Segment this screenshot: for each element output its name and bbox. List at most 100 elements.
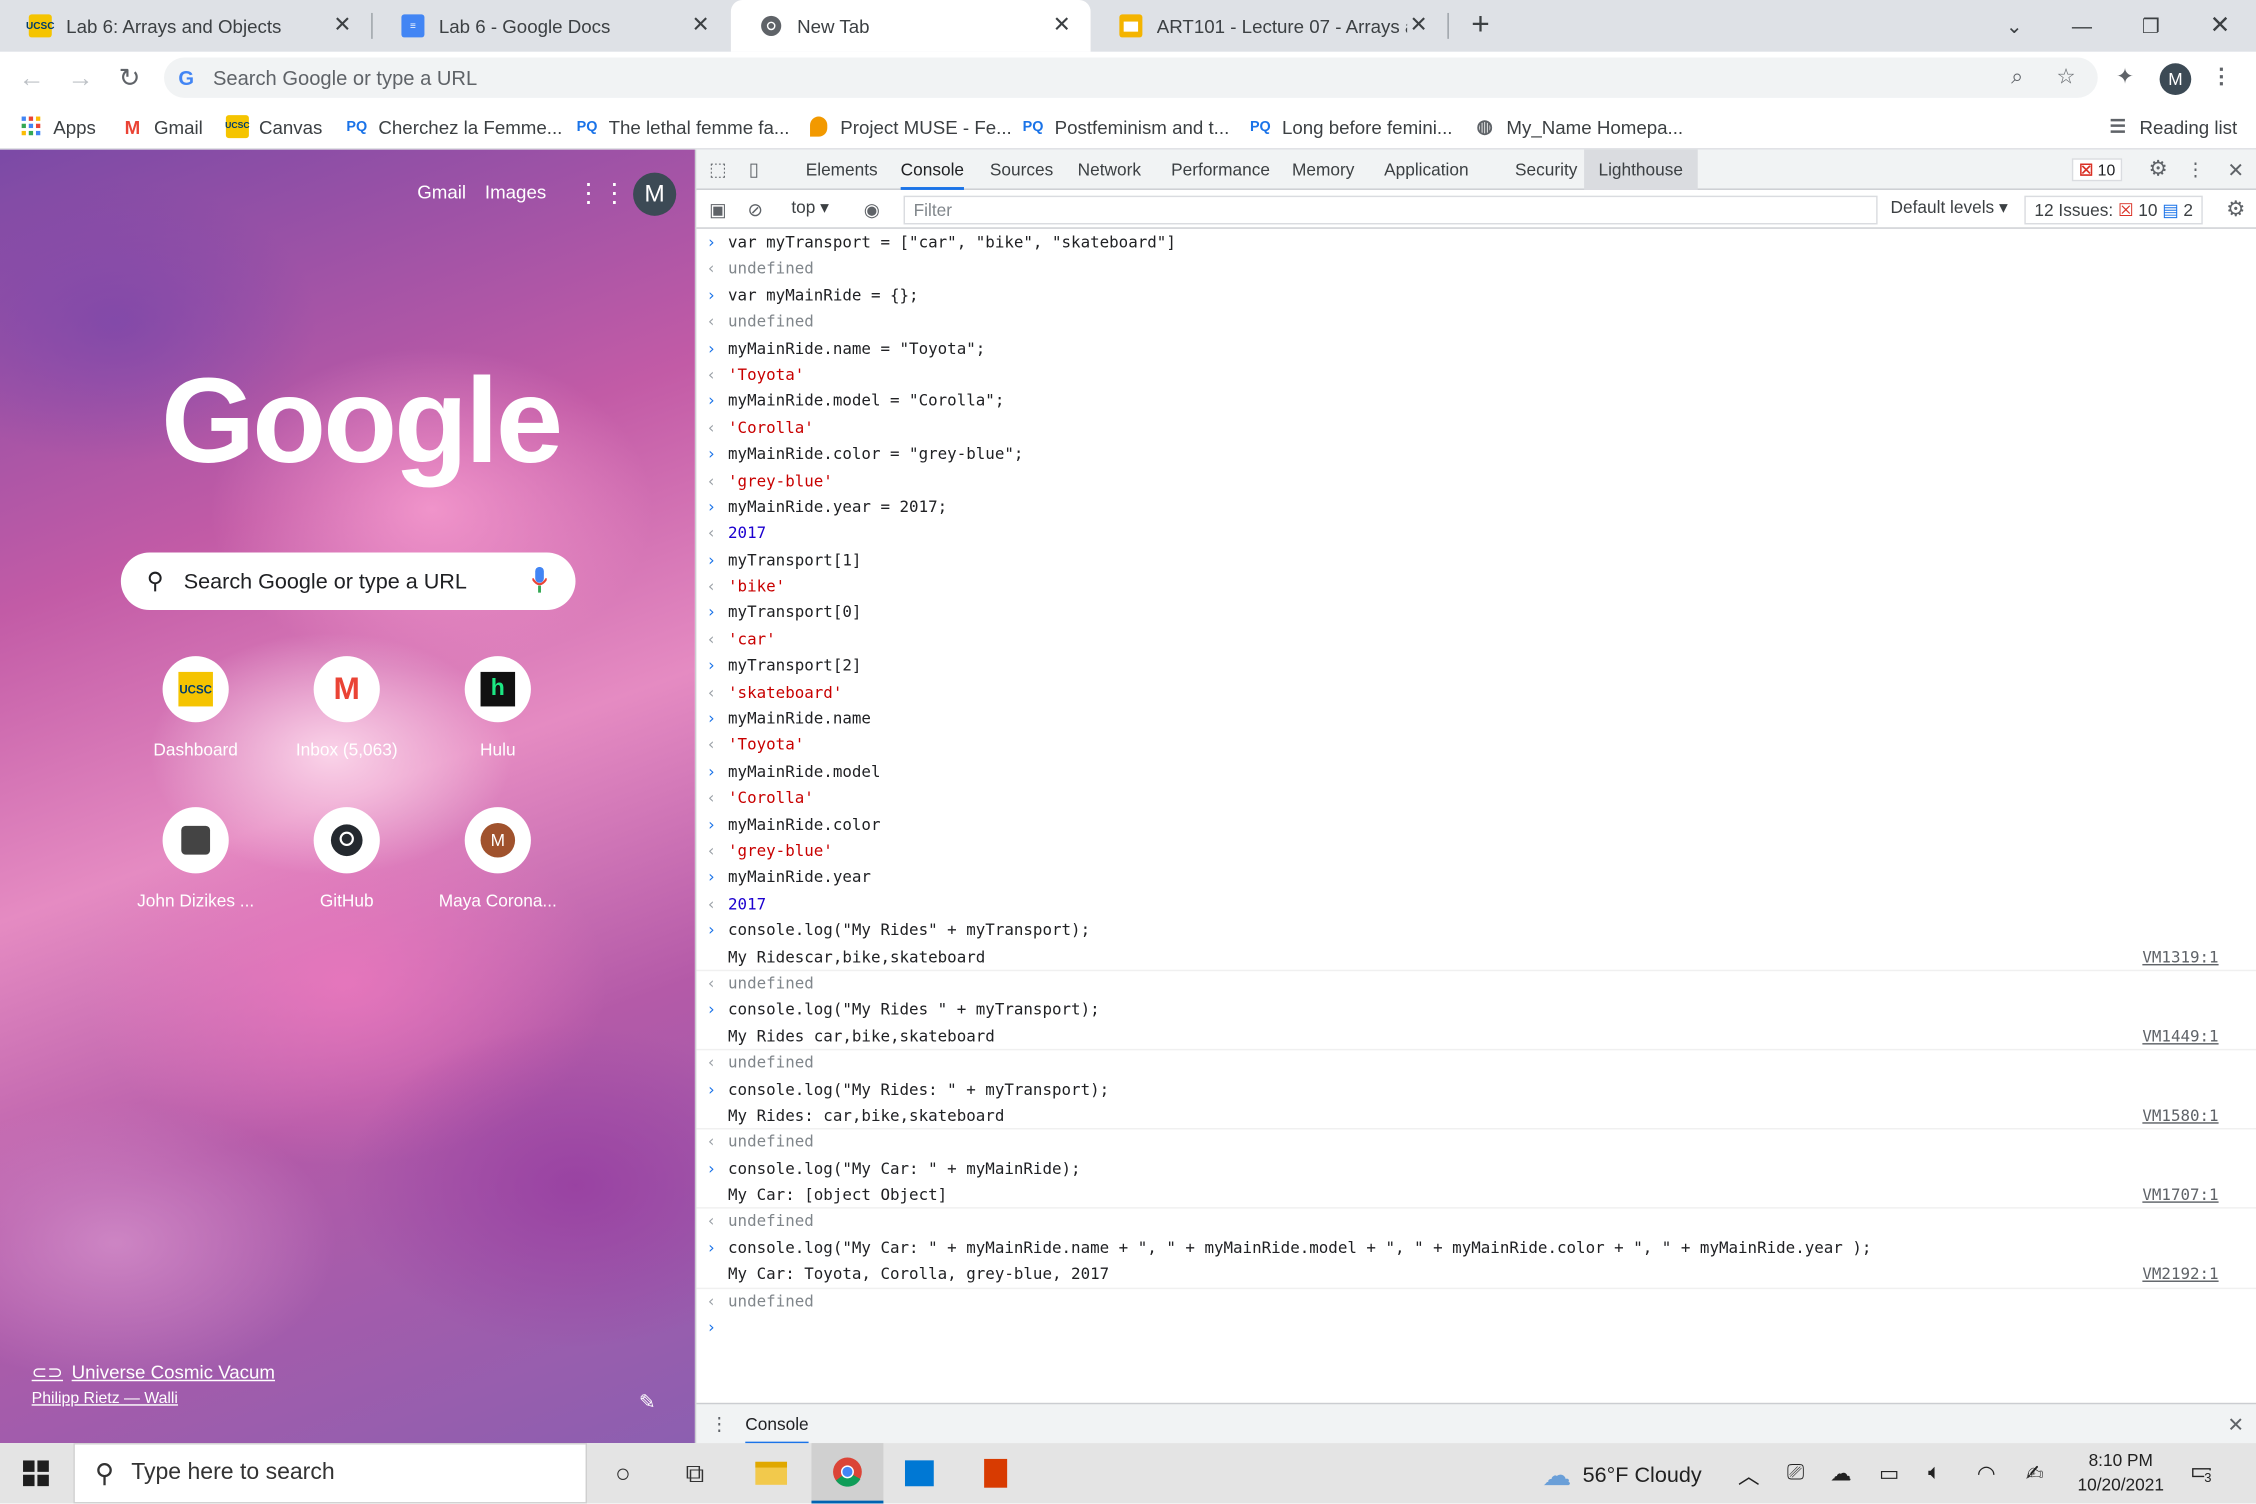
taskbar-clock[interactable]: 8:10 PM 10/20/2021 [2072,1449,2170,1498]
tab-title: Lab 6 - Google Docs [438,15,611,37]
gmail-link[interactable]: Gmail [417,181,466,203]
bookmark-gmail[interactable]: M Gmail [121,114,203,140]
weather-text: 56°F Cloudy [1582,1463,1702,1488]
issues-button[interactable]: 12 Issues: ☒ 10 ▤ 2 [2024,195,2204,225]
cortana-icon[interactable]: ○ [587,1443,659,1503]
console-source-link[interactable]: VM1319:1 [2142,945,2218,971]
devtools-tab-lighthouse[interactable]: Lighthouse [1584,149,1698,190]
reading-list[interactable]: ☰ Reading list [2106,114,2237,140]
console-prompt-input[interactable]: › [696,1315,2256,1341]
battery-icon[interactable]: ▭ [1879,1460,1899,1486]
zoom-icon[interactable]: ⌕ [2003,63,2032,92]
bookmark-apps[interactable]: Apps [20,114,96,140]
close-devtools-icon[interactable]: ✕ [2224,158,2247,181]
restore-button[interactable]: ❐ [2118,0,2184,52]
live-expression-eye-icon[interactable]: ◉ [860,199,883,222]
forward-arrow-icon[interactable]: → [63,60,98,95]
google-apps-icon[interactable]: ⋮⋮⋮ [576,178,654,207]
taskbar-search-box[interactable]: ⚲ Type here to search [73,1443,588,1504]
devtools-tab-performance[interactable]: Performance [1171,150,1270,190]
minimize-button[interactable]: — [2049,0,2115,52]
chrome-taskbar-icon[interactable] [811,1443,884,1504]
bookmark-canvas[interactable]: UCSC Canvas [225,114,322,140]
file-explorer-icon[interactable] [735,1443,807,1503]
onedrive-icon[interactable]: ☁ [1830,1460,1852,1486]
windows-start-icon[interactable] [0,1443,72,1503]
bookmark-long-before[interactable]: PQ Long before femini... [1249,114,1453,140]
close-tab-icon[interactable]: ✕ [1050,14,1073,37]
pen-icon[interactable]: ✍︎ [2026,1460,2044,1486]
task-view-icon[interactable]: ⧉ [659,1443,731,1503]
show-hidden-icons-chevron-icon[interactable]: ︿ [1738,1460,1760,1490]
device-toolbar-icon[interactable]: ▯ [742,158,765,181]
devtools-tab-application[interactable]: Application [1384,150,1468,190]
drawer-menu-icon[interactable]: ⋮ [708,1413,731,1436]
inspect-element-icon[interactable]: ⬚ [706,158,729,181]
customize-pencil-icon[interactable]: ✎ [639,1390,656,1414]
clear-console-icon[interactable]: ⊘ [744,199,767,222]
console-result-text: undefined [728,973,814,993]
shortcut-github[interactable]: GitHub [275,807,419,911]
meet-now-icon[interactable]: ⎚ [1787,1460,1804,1484]
console-source-link[interactable]: VM1449:1 [2142,1024,2218,1050]
bookmark-cherchez[interactable]: PQ Cherchez la Femme... [345,114,562,140]
devtools-tab-memory[interactable]: Memory [1292,150,1354,190]
shortcut-hulu[interactable]: h Hulu [426,656,570,760]
account-avatar[interactable]: M [633,172,677,216]
tab-search-chevron-icon[interactable]: ⌄ [1981,0,2047,52]
devtools-tab-elements[interactable]: Elements [806,150,878,190]
volume-icon[interactable]: 🔈︎ [1928,1460,1941,1484]
tab-lab6-arrays[interactable]: UCSC Lab 6: Arrays and Objects ✕ [0,0,371,52]
new-tab-button[interactable]: + [1465,8,1497,41]
error-count-badge[interactable]: ☒ 10 [2071,158,2123,182]
background-attribution-link[interactable]: ⊂⊃ Universe Cosmic Vacum [32,1361,275,1384]
close-tab-icon[interactable]: ✕ [331,14,354,37]
devtools-tab-security[interactable]: Security [1515,150,1577,190]
bookmark-homepage[interactable]: ◍ My_Name Homepa... [1473,114,1683,140]
weather-widget[interactable]: ☁ 56°F Cloudy [1542,1457,1701,1493]
microphone-icon[interactable] [532,566,547,593]
shortcut-inbox[interactable]: M Inbox (5,063) [275,656,419,760]
microsoft-store-icon[interactable] [883,1443,955,1503]
console-source-link[interactable]: VM1580:1 [2142,1103,2218,1129]
bookmark-star-icon[interactable]: ☆ [2052,63,2081,92]
tab-google-docs[interactable]: ≡ Lab 6 - Google Docs ✕ [373,0,730,52]
notifications-icon[interactable]: ▭ 3 [2190,1457,2213,1486]
close-window-button[interactable]: ✕ [2187,0,2253,52]
sidebar-toggle-icon[interactable]: ▣ [706,199,729,222]
devtools-tab-network[interactable]: Network [1078,150,1141,190]
devtools-tab-sources[interactable]: Sources [990,150,1053,190]
devtools-menu-icon[interactable]: ⋮ [2184,158,2207,181]
wifi-icon[interactable]: ◠ [1977,1460,1996,1486]
shortcut-maya-corona[interactable]: M Maya Corona... [426,807,570,911]
office-icon[interactable] [960,1443,1032,1503]
console-settings-gear-icon[interactable]: ⚙ [2224,198,2247,222]
tab-new-tab[interactable]: New Tab ✕ [730,0,1091,52]
shortcut-john-dizikes[interactable]: John Dizikes ... [124,807,268,911]
ntp-search-box[interactable]: ⚲ Search Google or type a URL [120,552,576,611]
drawer-tab-console[interactable]: Console [745,1404,809,1445]
profile-avatar[interactable]: M [2159,63,2192,95]
back-arrow-icon[interactable]: ← [14,60,49,95]
devtools-tab-console[interactable]: Console [900,150,965,190]
reload-icon[interactable]: ↻ [112,60,147,95]
close-tab-icon[interactable]: ✕ [689,14,712,37]
omnibox[interactable]: G Search Google or type a URL ⌕ ☆ [164,57,2098,98]
chrome-menu-icon[interactable]: ⋮ [2207,63,2236,92]
bookmark-lethal-femme[interactable]: PQ The lethal femme fa... [576,114,790,140]
close-tab-icon[interactable]: ✕ [1407,14,1430,37]
shortcut-dashboard[interactable]: UCSC Dashboard [124,656,268,760]
extensions-puzzle-icon[interactable]: ✦ [2111,63,2140,92]
log-levels-dropdown[interactable]: Default levels ▾ [1891,197,2008,217]
attribution-author-link[interactable]: Philipp Rietz — Walli [32,1390,178,1407]
console-source-link[interactable]: VM1707:1 [2142,1183,2218,1209]
bookmark-postfeminism[interactable]: PQ Postfeminism and t... [1022,114,1230,140]
bookmark-project-muse[interactable]: Project MUSE - Fe... [807,114,1012,140]
tab-art101-lecture[interactable]: ART101 - Lecture 07 - Arrays and ✕ [1091,0,1448,52]
settings-gear-icon[interactable]: ⚙ [2147,158,2170,181]
console-filter-input[interactable]: Filter [903,195,1878,225]
images-link[interactable]: Images [485,181,546,203]
context-selector[interactable]: top ▾ [791,197,828,217]
close-drawer-icon[interactable]: ✕ [2224,1413,2247,1436]
console-source-link[interactable]: VM2192:1 [2142,1262,2218,1288]
